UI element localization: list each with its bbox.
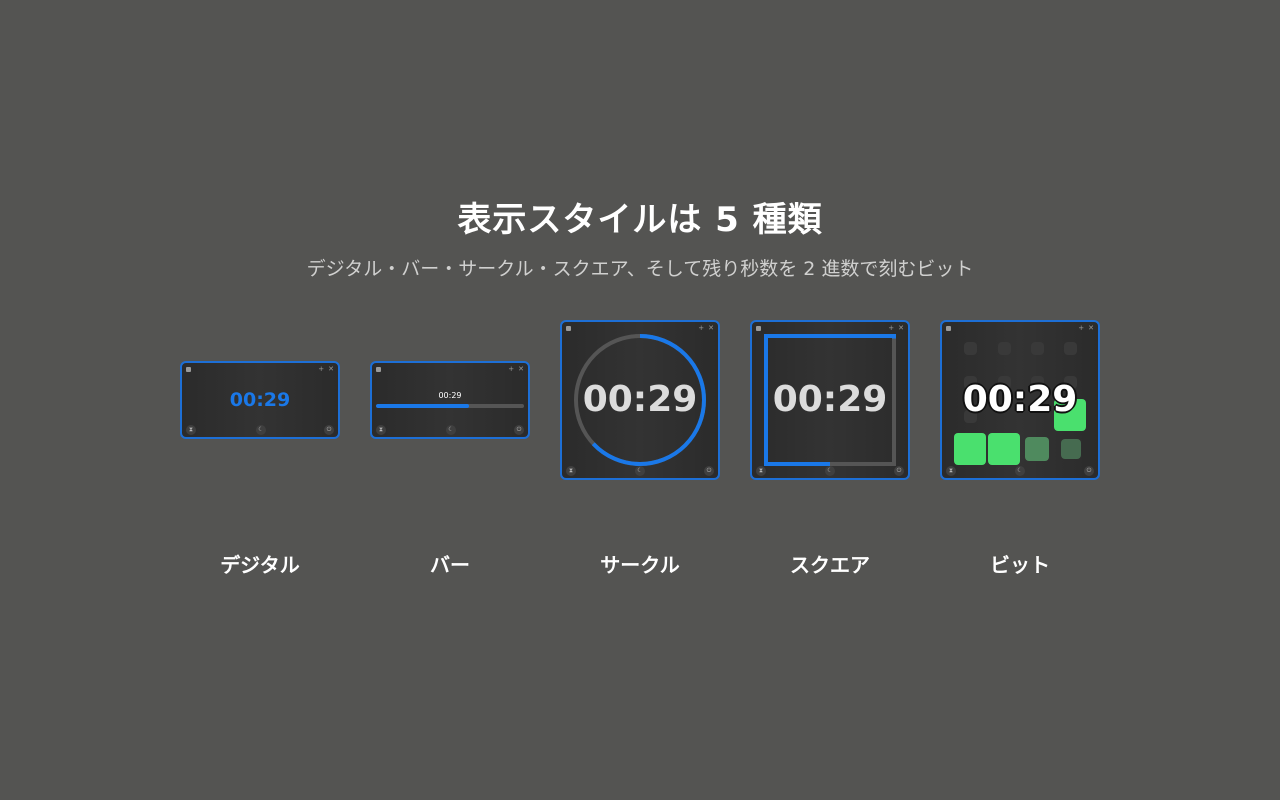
style-label-square: スクエア [790,553,870,577]
style-label-bar: バー [430,553,470,577]
style-label-digital: デジタル [220,553,300,577]
hourglass-icon[interactable]: ⧗ [186,425,196,435]
close-icon[interactable]: ✕ [708,322,714,334]
bar-timer-widget[interactable]: + ✕ 00:29 ⧗ ☾ ⏻ [370,361,530,439]
hourglass-icon[interactable]: ⧗ [566,466,576,476]
add-icon[interactable]: + [698,322,704,334]
timer-readout: 00:29 [582,379,698,420]
style-label-bit: ビット [990,553,1050,577]
timer-readout: 00:29 [962,379,1078,420]
bit-cell-off [998,342,1011,355]
timer-readout: 00:29 [229,389,291,411]
menu-square-icon[interactable] [186,367,191,372]
bit-timer-widget[interactable]: + ✕ 00:29 ⧗ ☾ ⏻ [940,320,1100,480]
power-icon[interactable]: ⏻ [894,466,904,476]
close-icon[interactable]: ✕ [518,363,524,375]
hourglass-icon[interactable]: ⧗ [946,466,956,476]
bit-cell-off [964,342,977,355]
menu-square-icon[interactable] [756,326,761,331]
moon-icon[interactable]: ☾ [256,425,266,435]
moon-icon[interactable]: ☾ [635,466,645,476]
moon-icon[interactable]: ☾ [825,466,835,476]
square-timer-widget[interactable]: + ✕ 00:29 ⧗ ☾ ⏻ [750,320,910,480]
page-title: 表示スタイルは 5 種類 [457,200,823,240]
menu-square-icon[interactable] [566,326,571,331]
progress-track [376,404,524,408]
timer-readout: 00:29 [772,379,888,420]
bit-cell-off [1031,342,1044,355]
hourglass-icon[interactable]: ⧗ [756,466,766,476]
bit-cell-fading [1025,437,1049,461]
bit-cell-off [1064,342,1077,355]
power-icon[interactable]: ⏻ [1084,466,1094,476]
hourglass-icon[interactable]: ⧗ [376,425,386,435]
power-icon[interactable]: ⏻ [514,425,524,435]
close-icon[interactable]: ✕ [898,322,904,334]
power-icon[interactable]: ⏻ [704,466,714,476]
add-icon[interactable]: + [1078,322,1084,334]
style-label-circle: サークル [600,553,680,577]
moon-icon[interactable]: ☾ [446,425,456,435]
add-icon[interactable]: + [888,322,894,334]
power-icon[interactable]: ⏻ [324,425,334,435]
page-subtitle: デジタル・バー・サークル・スクエア、そして残り秒数を 2 進数で刻むビット [306,258,974,280]
circle-timer-widget[interactable]: + ✕ 00:29 ⧗ ☾ ⏻ [560,320,720,480]
menu-square-icon[interactable] [946,326,951,331]
close-icon[interactable]: ✕ [328,363,334,375]
digital-timer-widget[interactable]: + ✕ 00:29 ⧗ ☾ ⏻ [180,361,340,439]
close-icon[interactable]: ✕ [1088,322,1094,334]
add-icon[interactable]: + [508,363,514,375]
bit-cell-on [954,433,986,465]
moon-icon[interactable]: ☾ [1015,466,1025,476]
menu-square-icon[interactable] [376,367,381,372]
add-icon[interactable]: + [318,363,324,375]
bit-cell-on [988,433,1020,465]
timer-readout: 00:29 [438,391,462,400]
progress-fill [376,404,470,408]
bit-cell-fading [1061,439,1081,459]
